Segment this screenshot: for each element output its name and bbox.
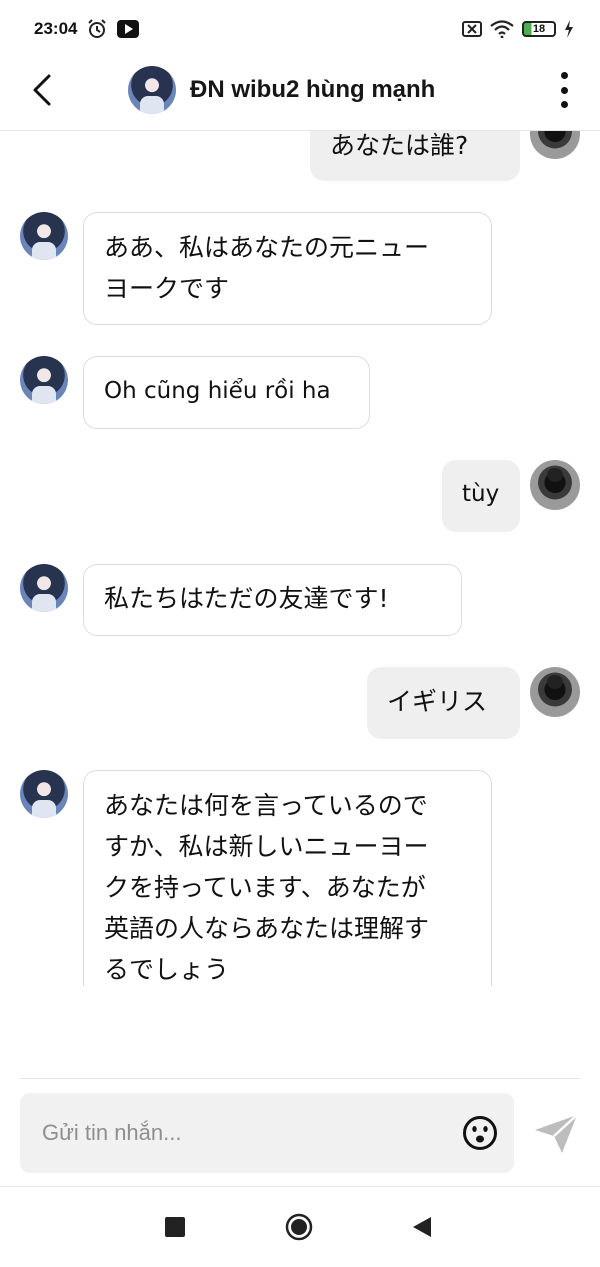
message-row-me: あなたは誰?: [310, 131, 520, 181]
bot-avatar[interactable]: [20, 212, 68, 260]
message-text: tùy: [462, 481, 500, 507]
chat-header: ĐN wibu2 hùng mạnh: [0, 58, 600, 131]
charging-icon: [565, 20, 573, 38]
composer: [20, 1093, 514, 1173]
status-time: 23:04: [34, 19, 78, 38]
message-line: クを持っています、あなたが: [104, 873, 426, 902]
message-input[interactable]: [40, 1119, 462, 1147]
youtube-icon: [117, 20, 140, 38]
bot-message-bubble[interactable]: Oh cũng hiểu rồi ha: [83, 356, 370, 429]
home-icon[interactable]: [285, 1213, 313, 1241]
message-line: ああ、私はあなたの元ニュー: [104, 233, 430, 262]
message-text: イギリス: [387, 687, 488, 716]
back-button[interactable]: [22, 70, 62, 110]
message-row-me: tùy: [442, 460, 520, 532]
recent-apps-icon[interactable]: [165, 1217, 185, 1237]
message-text: あなたは誰?: [330, 131, 469, 160]
bot-avatar[interactable]: [20, 770, 68, 818]
more-options-button[interactable]: [558, 72, 570, 108]
bot-message-bubble[interactable]: ああ、私はあなたの元ニュー ヨークです: [83, 212, 492, 325]
message-row-me: イギリス: [367, 667, 520, 739]
my-message-bubble[interactable]: tùy: [442, 460, 520, 532]
my-message-bubble[interactable]: イギリス: [367, 667, 520, 739]
message-line: あなたは何を言っているので: [104, 791, 428, 820]
send-icon[interactable]: [532, 1112, 580, 1156]
bot-avatar[interactable]: [20, 356, 68, 404]
message-row-bot: ああ、私はあなたの元ニュー ヨークです: [83, 212, 492, 325]
message-line: すか、私は新しいニューヨー: [104, 832, 429, 861]
message-row-bot: あなたは何を言っているので すか、私は新しいニューヨー クを持っています、あなた…: [83, 770, 492, 986]
message-line: るでしょう: [104, 955, 230, 984]
battery-icon: 18: [522, 21, 556, 37]
status-bar: 23:04 18: [0, 0, 600, 58]
emoji-icon[interactable]: [462, 1115, 498, 1151]
alarm-icon: [88, 19, 107, 38]
composer-divider: [20, 1078, 580, 1079]
system-nav-bar: [0, 1187, 600, 1267]
message-row-bot: Oh cũng hiểu rồi ha: [83, 356, 370, 429]
header-avatar[interactable]: [128, 66, 176, 114]
wifi-icon: [490, 20, 514, 38]
sim-off-icon: [462, 21, 482, 37]
message-row-bot: 私たちはただの友達です!: [83, 564, 462, 636]
message-list[interactable]: あなたは誰? ああ、私はあなたの元ニュー ヨークです Oh cũng hiểu …: [0, 131, 600, 986]
bot-avatar[interactable]: [20, 564, 68, 612]
message-text: 私たちはただの友達です!: [104, 584, 389, 613]
bot-message-bubble[interactable]: 私たちはただの友達です!: [83, 564, 462, 636]
my-avatar: [530, 460, 580, 510]
message-line: 英語の人ならあなたは理解す: [104, 914, 430, 943]
chat-title: ĐN wibu2 hùng mạnh: [190, 76, 436, 103]
message-text: Oh cũng hiểu rồi ha: [104, 378, 331, 404]
message-line: ヨークです: [104, 274, 230, 303]
my-avatar: [530, 667, 580, 717]
chevron-left-icon: [33, 74, 51, 106]
my-message-bubble[interactable]: あなたは誰?: [310, 131, 520, 181]
my-avatar: [530, 131, 580, 159]
battery-level: 18: [532, 23, 546, 35]
nav-back-icon[interactable]: [411, 1216, 433, 1238]
bot-message-bubble[interactable]: あなたは何を言っているので すか、私は新しいニューヨー クを持っています、あなた…: [83, 770, 492, 986]
